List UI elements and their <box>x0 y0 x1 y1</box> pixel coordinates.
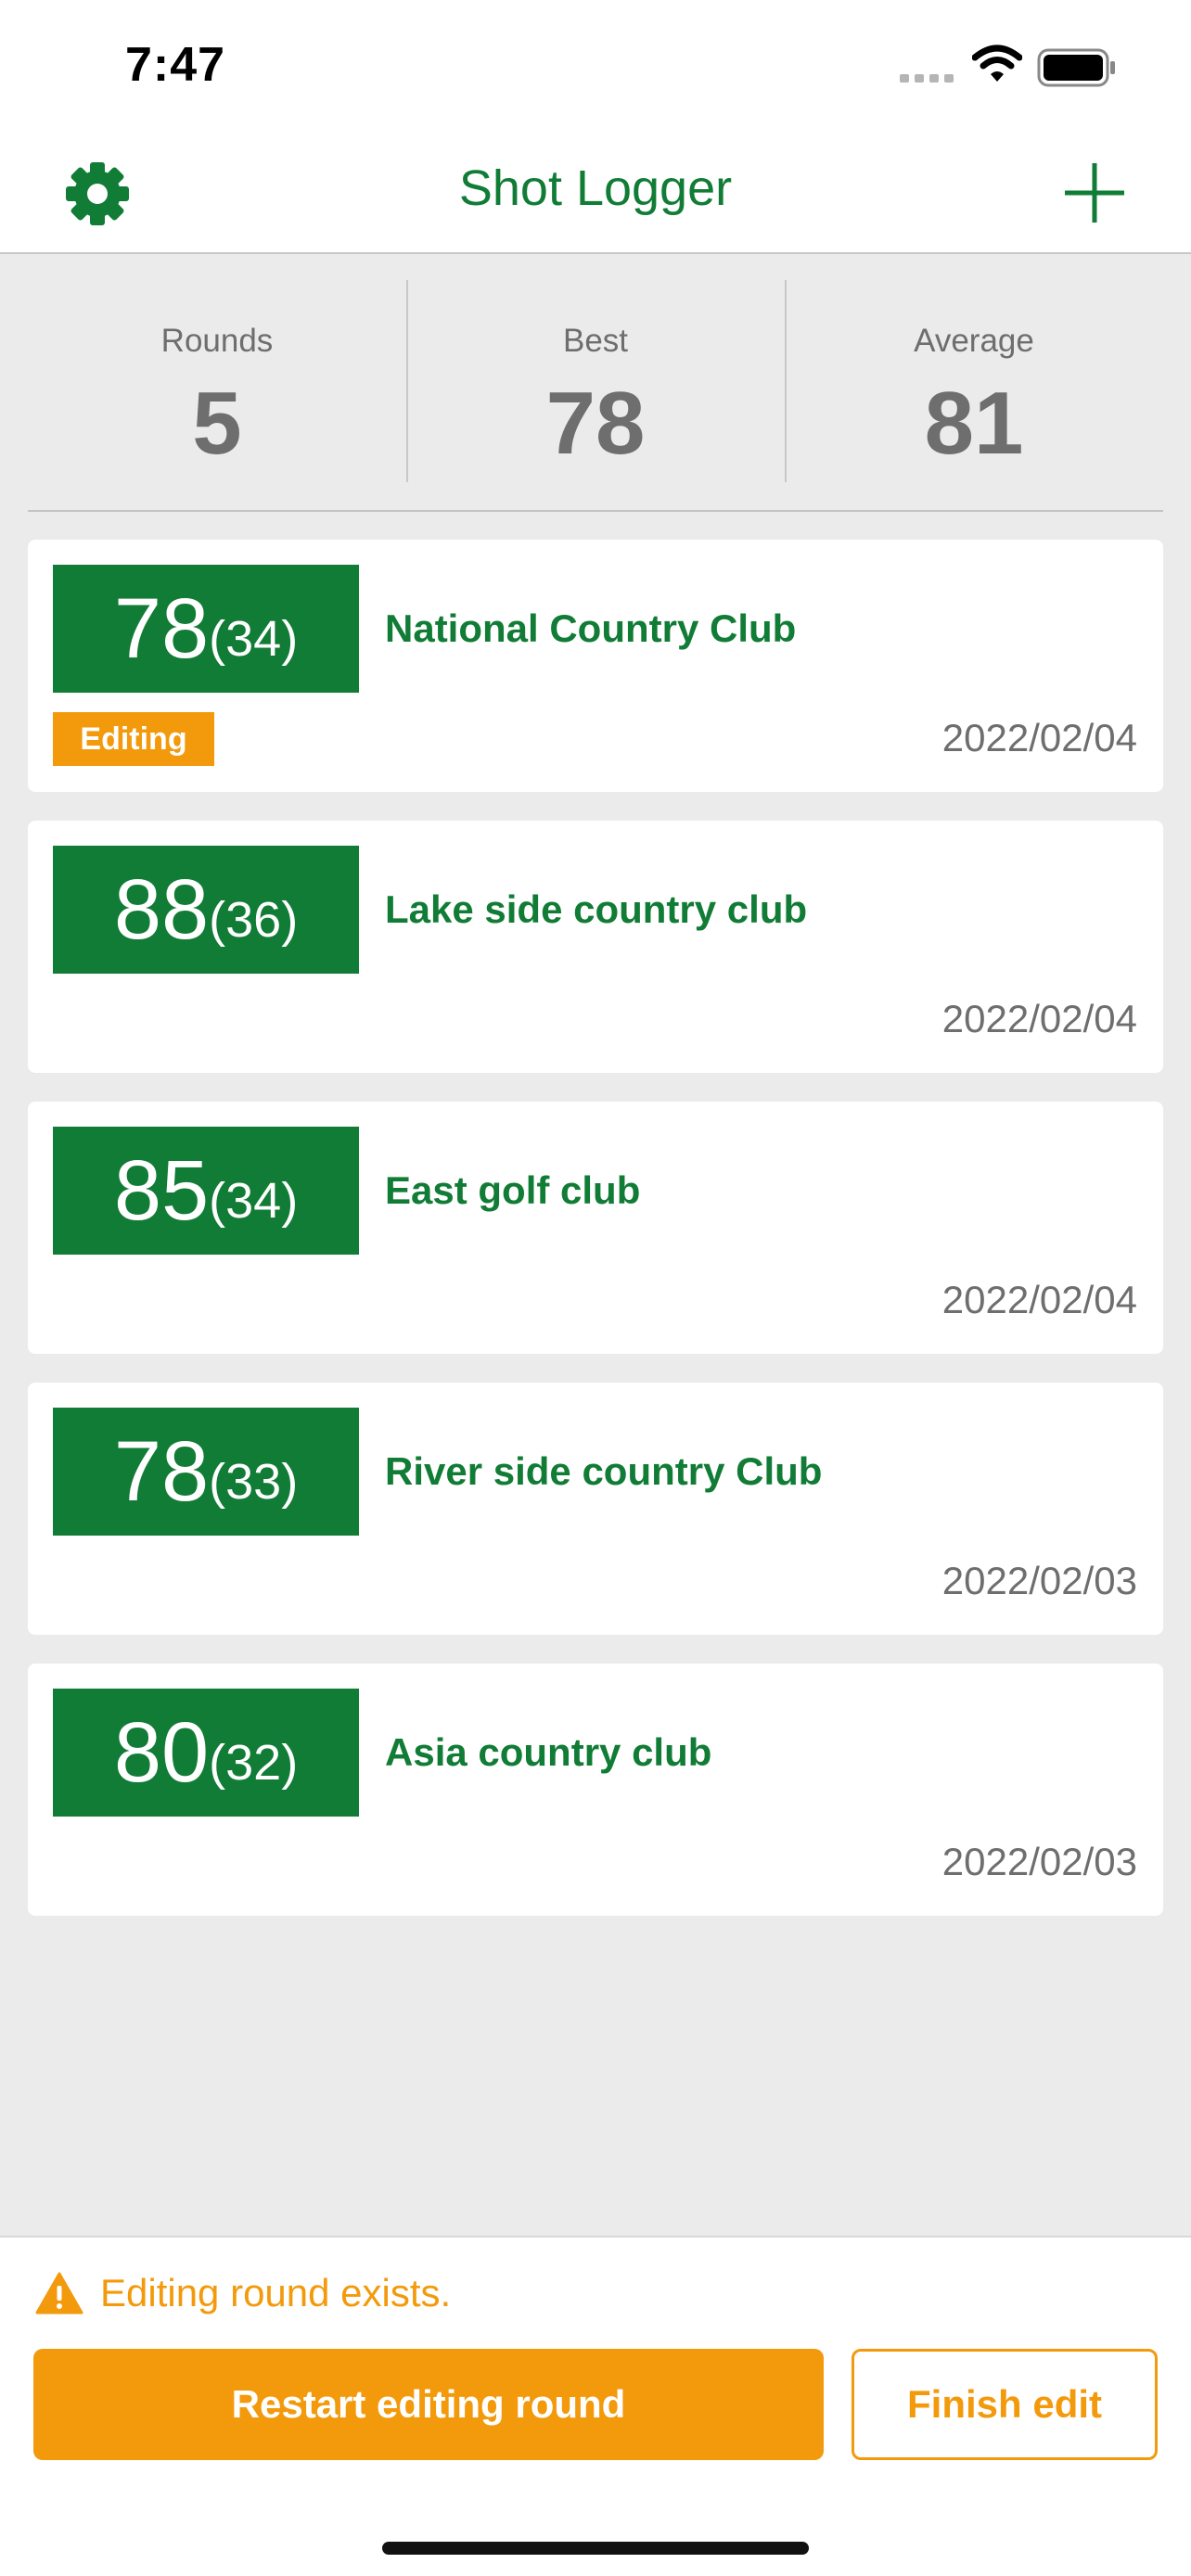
round-card[interactable]: 88 (36) Lake side country club 2022/02/04 <box>28 821 1163 1073</box>
battery-icon <box>1037 48 1115 87</box>
score-putts: (34) <box>209 611 299 667</box>
score-total: 85 <box>113 1143 210 1238</box>
course-name: Lake side country club <box>385 887 808 931</box>
stat-value: 81 <box>924 374 1024 473</box>
editing-panel: Editing round exists. Restart editing ro… <box>0 2236 1191 2576</box>
stat-rounds: Rounds 5 <box>28 254 406 510</box>
score-total: 88 <box>113 862 210 957</box>
score-total: 78 <box>113 1424 210 1519</box>
stat-average: Average 81 <box>785 254 1163 510</box>
score-box: 80 (32) <box>53 1689 359 1817</box>
round-date: 2022/02/04 <box>941 997 1137 1040</box>
page-title: Shot Logger <box>458 160 733 216</box>
course-name: East golf club <box>385 1168 641 1212</box>
course-name: River side country Club <box>385 1449 823 1493</box>
stat-best: Best 78 <box>406 254 785 510</box>
score-putts: (34) <box>209 1173 299 1229</box>
stats-summary: Rounds 5 Best 78 Average 81 <box>28 254 1163 512</box>
stat-value: 78 <box>545 374 646 473</box>
status-time: 7:47 <box>125 38 226 92</box>
round-card[interactable]: 78 (33) River side country Club 2022/02/0… <box>28 1383 1163 1635</box>
stat-value: 5 <box>192 374 242 473</box>
score-box: 85 (34) <box>53 1127 359 1255</box>
score-box: 78 (33) <box>53 1408 359 1536</box>
score-box: 88 (36) <box>53 846 359 974</box>
nav-bar: Shot Logger <box>0 139 1191 254</box>
status-bar: 7:47 <box>0 0 1191 139</box>
stat-label: Best <box>562 323 629 359</box>
score-putts: (32) <box>209 1735 299 1791</box>
finish-edit-button[interactable]: Finish edit <box>852 2349 1158 2460</box>
signal-icon <box>900 74 954 83</box>
round-card[interactable]: 85 (34) East golf club 2022/02/04 <box>28 1102 1163 1354</box>
round-card[interactable]: 80 (32) Asia country club 2022/02/03 <box>28 1664 1163 1916</box>
stat-label: Rounds <box>160 323 274 359</box>
restart-editing-button[interactable]: Restart editing round <box>33 2349 824 2460</box>
add-round-button[interactable] <box>1061 159 1128 226</box>
round-date: 2022/02/03 <box>941 1840 1137 1883</box>
warning-icon <box>35 2272 83 2315</box>
round-date: 2022/02/04 <box>941 716 1137 759</box>
course-name: Asia country club <box>385 1730 712 1774</box>
course-name: National Country Club <box>385 606 797 650</box>
stat-label: Average <box>914 323 1034 359</box>
round-date: 2022/02/04 <box>941 1278 1137 1321</box>
score-total: 80 <box>113 1705 210 1800</box>
score-box: 78 (34) <box>53 565 359 693</box>
score-total: 78 <box>113 581 210 676</box>
round-date: 2022/02/03 <box>941 1559 1137 1602</box>
score-putts: (33) <box>209 1454 299 1510</box>
round-card[interactable]: 78 (34) National Country Club Editing 202… <box>28 540 1163 792</box>
wifi-icon <box>972 45 1022 82</box>
round-list: 78 (34) National Country Club Editing 202… <box>28 540 1163 1945</box>
warning-text: Editing round exists. <box>100 2271 452 2315</box>
score-putts: (36) <box>209 892 299 948</box>
home-indicator[interactable] <box>382 2542 809 2555</box>
editing-badge: Editing <box>53 712 214 766</box>
